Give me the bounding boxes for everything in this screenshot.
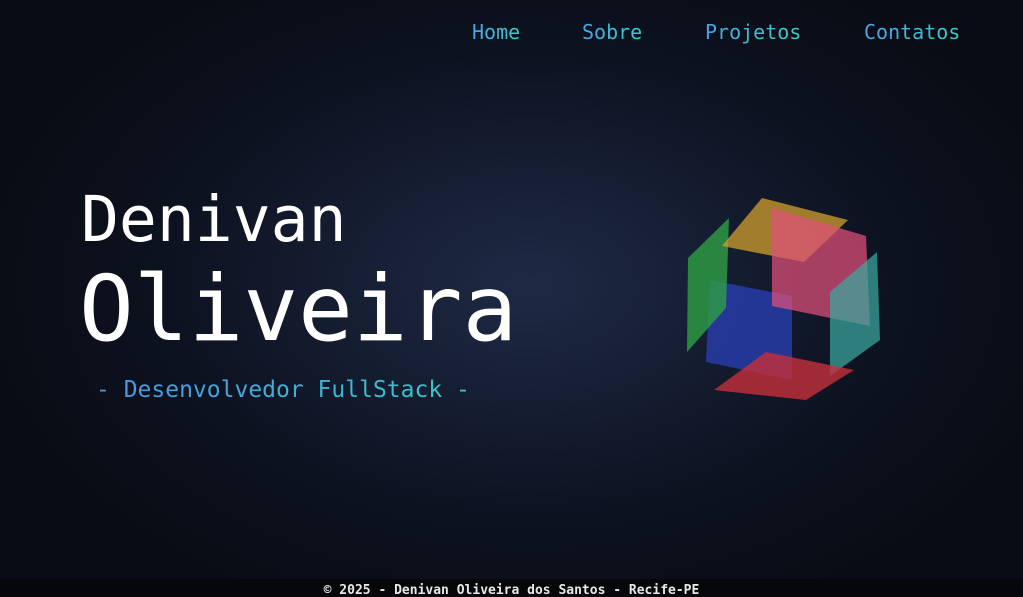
footer-copyright: © 2025 - Denivan Oliveira dos Santos - R… [323,583,700,597]
nav-link-home[interactable]: Home [472,18,520,46]
nav-link-contatos[interactable]: Contatos [864,18,960,46]
cube-illustration [687,198,880,400]
hero-first-name: Denivan [81,183,347,256]
hero-subtitle: - Desenvolvedor FullStack - [96,374,470,406]
hero-last-name: Oliveira [79,257,518,362]
nav-link-projetos[interactable]: Projetos [705,18,801,46]
nav-link-sobre[interactable]: Sobre [582,18,642,46]
footer: © 2025 - Denivan Oliveira dos Santos - R… [0,579,1023,597]
top-navigation: Home Sobre Projetos Contatos [0,0,1023,64]
